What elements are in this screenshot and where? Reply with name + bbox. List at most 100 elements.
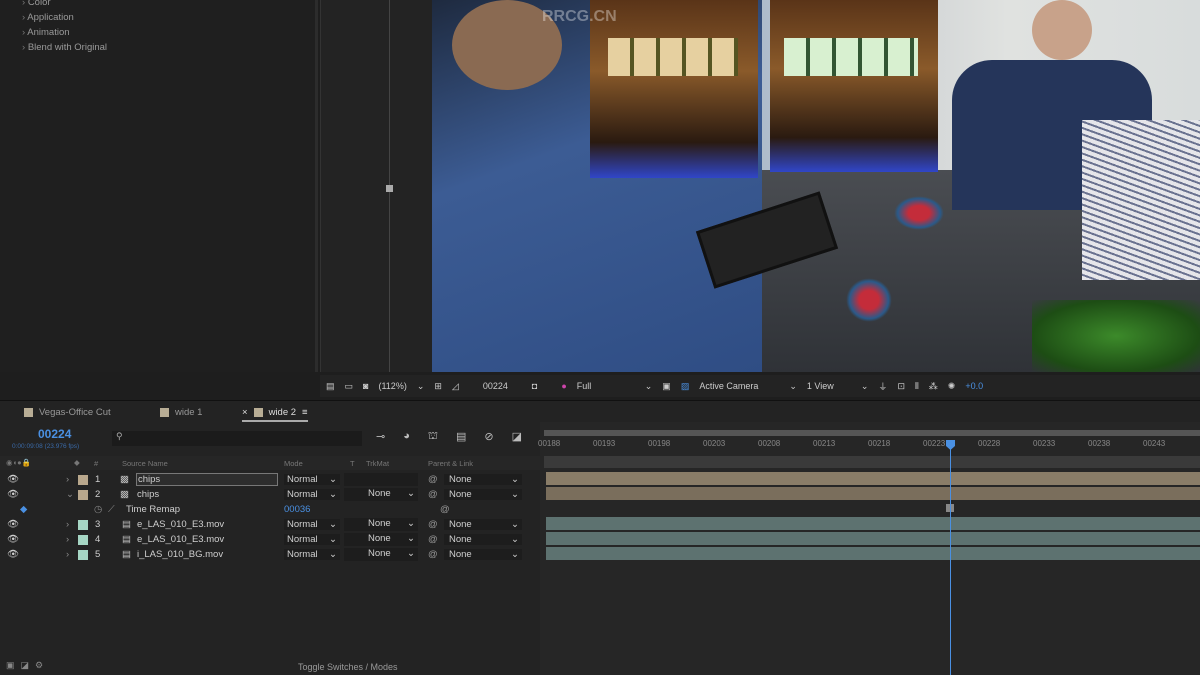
roi-icon[interactable]: ▣ [662,381,671,392]
anchor-handle[interactable] [386,185,393,192]
camera-icon[interactable]: ◘ [532,381,537,391]
render-icon[interactable]: ▣ [6,660,15,671]
camera-dropdown[interactable]: Active Camera [699,381,779,391]
graph-editor-icon[interactable]: ⊘ [484,430,493,444]
layer-row[interactable]: 👁 › 1 ▩ chips Normal ⌄ @ None ⌄ [0,472,540,487]
toggle-switches-modes[interactable]: Toggle Switches / Modes [298,662,398,672]
layer-duration-bar[interactable] [546,487,1200,500]
visibility-eye-icon[interactable]: 👁 [7,489,19,500]
shy-icon[interactable]: ◕ [403,430,410,444]
layer-name[interactable]: e_LAS_010_E3.mov [136,519,278,530]
keyframe-nav-icon[interactable]: ◆ [20,504,27,515]
tab-wide-2[interactable]: × wide 2 ≡ [242,407,308,422]
motion-blur-icon[interactable]: ▤ [456,430,466,444]
parent-dropdown[interactable]: None ⌄ [444,519,522,530]
graph-icon[interactable]: ⟋ [108,504,115,515]
parent-dropdown[interactable]: None ⌄ [444,534,522,545]
stopwatch-icon[interactable]: ◷ [94,504,102,515]
layer-name[interactable]: chips [136,473,278,486]
layer-row[interactable]: 👁 › 5 ▤ i_LAS_010_BG.mov Normal ⌄ None ⌄ @… [0,547,540,562]
layer-row[interactable]: 👁 ⌄ 2 ▩ chips Normal ⌄ None ⌄ @ None ⌄ [0,487,540,502]
pickwhip-icon[interactable]: @ [428,474,438,485]
layer-name[interactable]: chips [136,489,278,500]
tab-wide-1[interactable]: wide 1 [160,407,202,418]
exposure-icon[interactable]: ✺ [948,381,956,392]
expand-chevron-icon[interactable]: › [66,549,69,560]
playhead[interactable] [950,440,951,675]
menu-icon[interactable]: ≡ [302,407,308,418]
current-time-display[interactable]: 00224 [483,381,508,391]
exposure-value[interactable]: +0.0 [965,381,983,391]
mask-icon[interactable]: ◙ [363,381,368,391]
region-icon[interactable]: ◿ [452,381,459,392]
label-color[interactable] [78,549,88,560]
effect-group-animation[interactable]: Animation [22,27,69,38]
pickwhip-icon[interactable]: @ [428,549,438,560]
expand-chevron-icon[interactable]: ⌄ [66,489,74,500]
close-icon[interactable]: × [242,407,248,418]
parent-dropdown[interactable]: None ⌄ [444,549,522,560]
composition-frame[interactable]: RRCG.CN [432,0,1200,372]
tab-vegas-office-cut[interactable]: Vegas-Office Cut [24,407,111,418]
trkmat-dropdown[interactable] [344,473,418,486]
layer-search-input[interactable]: ⚲ [112,431,362,446]
expand-chevron-icon[interactable]: › [66,519,69,530]
flowchart-icon[interactable]: ⁂ [929,381,938,392]
layer-name[interactable]: i_LAS_010_BG.mov [136,549,278,560]
effect-group-color[interactable]: Color [22,0,51,8]
mode-dropdown[interactable]: Normal ⌄ [284,489,340,500]
effect-group-application[interactable]: Application [22,12,73,23]
monitor-icon[interactable]: ▭ [345,381,354,392]
pickwhip-icon[interactable]: @ [428,534,438,545]
snapshot-icon[interactable]: ▤ [326,381,335,392]
mode-dropdown[interactable]: Normal ⌄ [284,534,340,545]
expand-icon[interactable]: ◪ [21,660,30,671]
layer-row[interactable]: 👁 › 3 ▤ e_LAS_010_E3.mov Normal ⌄ None ⌄ @… [0,517,540,532]
trkmat-dropdown[interactable]: None ⌄ [344,488,418,501]
frame-blending-icon[interactable]: ⛫ [428,430,438,444]
panel-scrollbar[interactable] [315,0,318,372]
zoom-dropdown[interactable]: (112%) [378,381,406,391]
parent-dropdown[interactable]: None ⌄ [444,474,522,485]
trkmat-dropdown[interactable]: None ⌄ [344,548,418,561]
trkmat-dropdown[interactable]: None ⌄ [344,533,418,546]
mode-dropdown[interactable]: Normal ⌄ [284,549,340,560]
time-remap-row[interactable]: ◆ ◷ ⟋ Time Remap 00036 @ [0,502,540,517]
visibility-eye-icon[interactable]: 👁 [7,474,19,485]
layer-name[interactable]: e_LAS_010_E3.mov [136,534,278,545]
layer-row[interactable]: 👁 › 4 ▤ e_LAS_010_E3.mov Normal ⌄ None ⌄ @… [0,532,540,547]
view-layout-dropdown[interactable]: 1 View [807,381,851,391]
pixel-aspect-icon[interactable]: ⏚ [878,380,887,393]
label-color[interactable] [78,489,88,500]
layer-duration-bar[interactable] [546,532,1200,545]
time-remap-value[interactable]: 00036 [284,504,310,515]
mode-dropdown[interactable]: Normal ⌄ [284,474,340,485]
col-source-name[interactable]: Source Name [122,459,168,468]
composition-flowchart-icon[interactable]: ⊸ [376,430,385,444]
region-icon[interactable]: ◪ [512,430,522,444]
visibility-eye-icon[interactable]: 👁 [7,549,19,560]
time-ruler[interactable]: 00188 00193 00198 00203 00208 00213 00218 00223… [538,422,1200,456]
layer-duration-bar[interactable] [546,472,1200,485]
visibility-eye-icon[interactable]: 👁 [7,534,19,545]
grid-icon[interactable]: ⊞ [434,381,442,392]
label-color[interactable] [78,519,88,530]
trkmat-dropdown[interactable]: None ⌄ [344,518,418,531]
resolution-dropdown[interactable]: Full [577,381,635,391]
visibility-eye-icon[interactable]: 👁 [7,519,19,530]
mode-dropdown[interactable]: Normal ⌄ [284,519,340,530]
label-color[interactable] [78,534,88,545]
label-color[interactable] [78,474,88,485]
color-channels-icon[interactable]: ● [561,381,566,391]
layer-duration-bar[interactable] [546,547,1200,560]
pickwhip-icon[interactable]: @ [440,504,450,515]
parent-dropdown[interactable]: None ⌄ [444,489,522,500]
frame-time-icon[interactable]: ⚙ [35,660,43,671]
current-time[interactable]: 00224 [38,427,71,441]
expand-chevron-icon[interactable]: › [66,474,69,485]
av-switches-icon[interactable]: ◉◖●🔒 [6,458,31,467]
expand-chevron-icon[interactable]: › [66,534,69,545]
effect-group-blend[interactable]: Blend with Original [22,42,107,53]
pickwhip-icon[interactable]: @ [428,489,438,500]
fast-preview-icon[interactable]: ⊡ [897,381,905,392]
